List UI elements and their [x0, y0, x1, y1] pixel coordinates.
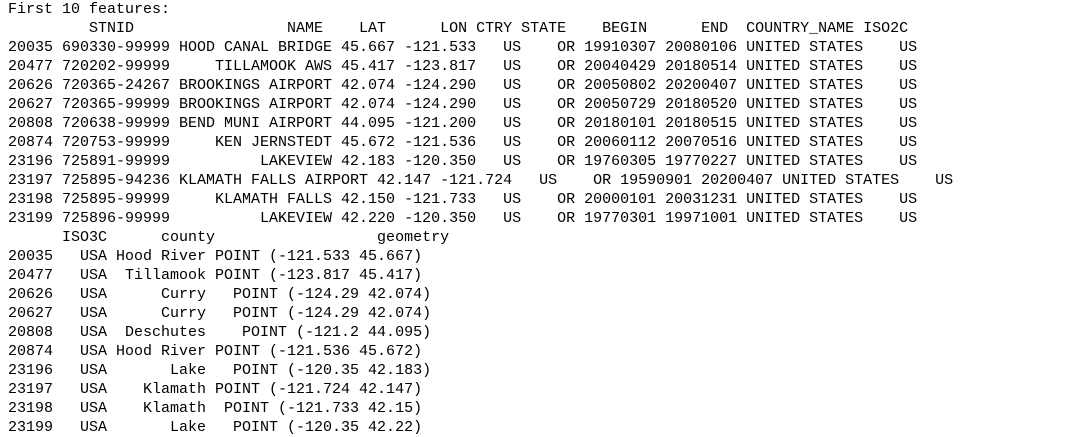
table-row: 20626 720365-24267 BROOKINGS AIRPORT 42.… [8, 77, 918, 94]
console-output: First 10 features: STNID NAME LAT LON CT… [0, 0, 1080, 436]
table-row: 23199 725896-99999 LAKEVIEW 42.220 -120.… [8, 210, 918, 227]
table-row: 20477 USA Tillamook POINT (-123.817 45.4… [8, 267, 423, 284]
table-row: 20035 690330-99999 HOOD CANAL BRIDGE 45.… [8, 39, 918, 56]
table-row: 20808 USA Deschutes POINT (-121.2 44.095… [8, 324, 432, 341]
table-row: 20627 720365-99999 BROOKINGS AIRPORT 42.… [8, 96, 918, 113]
table-row: 23196 USA Lake POINT (-120.35 42.183) [8, 362, 432, 379]
table-row: 20874 720753-99999 KEN JERNSTEDT 45.672 … [8, 134, 918, 151]
table-row: 23199 USA Lake POINT (-120.35 42.22) [8, 419, 423, 436]
table-row: 20626 USA Curry POINT (-124.29 42.074) [8, 286, 432, 303]
output-header-line: First 10 features: [8, 1, 171, 18]
table-row: 20808 720638-99999 BEND MUNI AIRPORT 44.… [8, 115, 918, 132]
table-row: 20627 USA Curry POINT (-124.29 42.074) [8, 305, 432, 322]
table-row: 23196 725891-99999 LAKEVIEW 42.183 -120.… [8, 153, 918, 170]
table-row: 23198 USA Klamath POINT (-121.733 42.15) [8, 400, 423, 417]
table-row: 20035 USA Hood River POINT (-121.533 45.… [8, 248, 423, 265]
table-row: 23197 725895-94236 KLAMATH FALLS AIRPORT… [8, 172, 954, 189]
table-header-row: ISO3C county geometry [8, 229, 450, 246]
table-row: 23198 725895-99999 KLAMATH FALLS 42.150 … [8, 191, 918, 208]
table-header-row: STNID NAME LAT LON CTRY STATE BEGIN END … [8, 20, 909, 37]
table-row: 23197 USA Klamath POINT (-121.724 42.147… [8, 381, 423, 398]
table-row: 20477 720202-99999 TILLAMOOK AWS 45.417 … [8, 58, 918, 75]
table-row: 20874 USA Hood River POINT (-121.536 45.… [8, 343, 423, 360]
